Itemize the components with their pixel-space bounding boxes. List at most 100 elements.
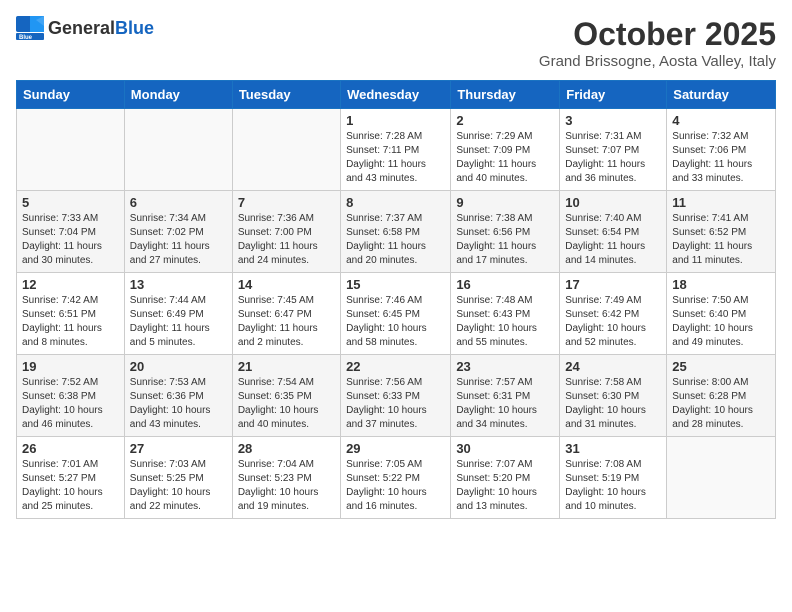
- header-day-friday: Friday: [560, 81, 667, 109]
- day-number: 17: [565, 277, 661, 292]
- day-number: 22: [346, 359, 445, 374]
- day-number: 21: [238, 359, 335, 374]
- month-title: October 2025: [539, 16, 776, 53]
- day-number: 24: [565, 359, 661, 374]
- day-info: Sunrise: 7:58 AM Sunset: 6:30 PM Dayligh…: [565, 376, 661, 432]
- svg-text:Blue: Blue: [19, 35, 33, 40]
- calendar-cell: 3Sunrise: 7:31 AM Sunset: 7:07 PM Daylig…: [560, 109, 667, 191]
- day-info: Sunrise: 7:34 AM Sunset: 7:02 PM Dayligh…: [130, 212, 227, 268]
- day-number: 8: [346, 195, 445, 210]
- calendar-cell: 14 Sunrise: 7:45 AM Sunset: 6:47 PM Dayli…: [232, 273, 340, 355]
- day-number: 6: [130, 195, 227, 210]
- day-number: 20: [130, 359, 227, 374]
- calendar-cell: 29 Sunrise: 7:05 AM Sunset: 5:22 PM Dayli…: [341, 437, 451, 519]
- calendar-cell: 30 Sunrise: 7:07 AM Sunset: 5:20 PM Dayli…: [451, 437, 560, 519]
- calendar-cell: [667, 437, 776, 519]
- header: Blue GeneralBlue October 2025 Grand Bris…: [16, 16, 776, 70]
- calendar-cell: 19Sunrise: 7:52 AM Sunset: 6:38 PM Dayli…: [17, 355, 125, 437]
- calendar-week-row: 1Sunrise: 7:28 AM Sunset: 7:11 PM Daylig…: [17, 109, 776, 191]
- day-number: 9: [456, 195, 554, 210]
- logo-text-blue: Blue: [115, 18, 154, 38]
- day-info: Sunrise: 8:00 AM Sunset: 6:28 PM Dayligh…: [672, 376, 770, 432]
- calendar-cell: 17 Sunrise: 7:49 AM Sunset: 6:42 PM Dayli…: [560, 273, 667, 355]
- header-day-tuesday: Tuesday: [232, 81, 340, 109]
- calendar-cell: 13 Sunrise: 7:44 AM Sunset: 6:49 PM Dayli…: [124, 273, 232, 355]
- day-number: 18: [672, 277, 770, 292]
- calendar-cell: 26Sunrise: 7:01 AM Sunset: 5:27 PM Dayli…: [17, 437, 125, 519]
- day-number: 15: [346, 277, 445, 292]
- day-number: 27: [130, 441, 227, 456]
- header-day-sunday: Sunday: [17, 81, 125, 109]
- calendar-cell: 25 Sunrise: 8:00 AM Sunset: 6:28 PM Dayli…: [667, 355, 776, 437]
- day-info: Sunrise: 7:49 AM Sunset: 6:42 PM Dayligh…: [565, 294, 661, 350]
- day-number: 2: [456, 113, 554, 128]
- calendar-cell: 16 Sunrise: 7:48 AM Sunset: 6:43 PM Dayli…: [451, 273, 560, 355]
- day-number: 25: [672, 359, 770, 374]
- logo-text-general: General: [48, 18, 115, 38]
- day-info: Sunrise: 7:07 AM Sunset: 5:20 PM Dayligh…: [456, 458, 554, 514]
- calendar-cell: 6 Sunrise: 7:34 AM Sunset: 7:02 PM Daylig…: [124, 191, 232, 273]
- day-number: 28: [238, 441, 335, 456]
- calendar-cell: 5Sunrise: 7:33 AM Sunset: 7:04 PM Daylig…: [17, 191, 125, 273]
- header-day-monday: Monday: [124, 81, 232, 109]
- day-number: 14: [238, 277, 335, 292]
- title-area: October 2025 Grand Brissogne, Aosta Vall…: [539, 16, 776, 70]
- day-info: Sunrise: 7:44 AM Sunset: 6:49 PM Dayligh…: [130, 294, 227, 350]
- day-number: 30: [456, 441, 554, 456]
- day-number: 16: [456, 277, 554, 292]
- day-info: Sunrise: 7:41 AM Sunset: 6:52 PM Dayligh…: [672, 212, 770, 268]
- calendar-week-row: 26Sunrise: 7:01 AM Sunset: 5:27 PM Dayli…: [17, 437, 776, 519]
- day-number: 10: [565, 195, 661, 210]
- calendar-cell: 15Sunrise: 7:46 AM Sunset: 6:45 PM Dayli…: [341, 273, 451, 355]
- day-number: 7: [238, 195, 335, 210]
- day-number: 31: [565, 441, 661, 456]
- calendar-cell: 9Sunrise: 7:38 AM Sunset: 6:56 PM Daylig…: [451, 191, 560, 273]
- day-info: Sunrise: 7:57 AM Sunset: 6:31 PM Dayligh…: [456, 376, 554, 432]
- calendar-cell: 22 Sunrise: 7:56 AM Sunset: 6:33 PM Dayli…: [341, 355, 451, 437]
- calendar-cell: 2 Sunrise: 7:29 AM Sunset: 7:09 PM Daylig…: [451, 109, 560, 191]
- day-number: 11: [672, 195, 770, 210]
- calendar-cell: 8Sunrise: 7:37 AM Sunset: 6:58 PM Daylig…: [341, 191, 451, 273]
- day-info: Sunrise: 7:03 AM Sunset: 5:25 PM Dayligh…: [130, 458, 227, 514]
- day-info: Sunrise: 7:29 AM Sunset: 7:09 PM Dayligh…: [456, 130, 554, 186]
- calendar-cell: 4Sunrise: 7:32 AM Sunset: 7:06 PM Daylig…: [667, 109, 776, 191]
- day-info: Sunrise: 7:45 AM Sunset: 6:47 PM Dayligh…: [238, 294, 335, 350]
- calendar-cell: [124, 109, 232, 191]
- header-day-wednesday: Wednesday: [341, 81, 451, 109]
- calendar-cell: [17, 109, 125, 191]
- day-number: 29: [346, 441, 445, 456]
- day-number: 4: [672, 113, 770, 128]
- logo-icon: Blue: [16, 16, 44, 40]
- calendar-week-row: 5Sunrise: 7:33 AM Sunset: 7:04 PM Daylig…: [17, 191, 776, 273]
- day-info: Sunrise: 7:33 AM Sunset: 7:04 PM Dayligh…: [22, 212, 119, 268]
- calendar-cell: 28Sunrise: 7:04 AM Sunset: 5:23 PM Dayli…: [232, 437, 340, 519]
- day-number: 23: [456, 359, 554, 374]
- day-info: Sunrise: 7:48 AM Sunset: 6:43 PM Dayligh…: [456, 294, 554, 350]
- day-info: Sunrise: 7:42 AM Sunset: 6:51 PM Dayligh…: [22, 294, 119, 350]
- calendar-cell: 10 Sunrise: 7:40 AM Sunset: 6:54 PM Dayli…: [560, 191, 667, 273]
- day-number: 26: [22, 441, 119, 456]
- day-info: Sunrise: 7:40 AM Sunset: 6:54 PM Dayligh…: [565, 212, 661, 268]
- day-info: Sunrise: 7:56 AM Sunset: 6:33 PM Dayligh…: [346, 376, 445, 432]
- calendar-cell: 18 Sunrise: 7:50 AM Sunset: 6:40 PM Dayli…: [667, 273, 776, 355]
- day-info: Sunrise: 7:28 AM Sunset: 7:11 PM Dayligh…: [346, 130, 445, 186]
- day-number: 13: [130, 277, 227, 292]
- calendar-cell: 27 Sunrise: 7:03 AM Sunset: 5:25 PM Dayli…: [124, 437, 232, 519]
- calendar-cell: 23 Sunrise: 7:57 AM Sunset: 6:31 PM Dayli…: [451, 355, 560, 437]
- day-number: 3: [565, 113, 661, 128]
- calendar-cell: 1Sunrise: 7:28 AM Sunset: 7:11 PM Daylig…: [341, 109, 451, 191]
- day-info: Sunrise: 7:05 AM Sunset: 5:22 PM Dayligh…: [346, 458, 445, 514]
- day-info: Sunrise: 7:52 AM Sunset: 6:38 PM Dayligh…: [22, 376, 119, 432]
- calendar-cell: 7 Sunrise: 7:36 AM Sunset: 7:00 PM Daylig…: [232, 191, 340, 273]
- day-info: Sunrise: 7:36 AM Sunset: 7:00 PM Dayligh…: [238, 212, 335, 268]
- calendar-cell: 20 Sunrise: 7:53 AM Sunset: 6:36 PM Dayli…: [124, 355, 232, 437]
- header-day-saturday: Saturday: [667, 81, 776, 109]
- calendar-week-row: 12Sunrise: 7:42 AM Sunset: 6:51 PM Dayli…: [17, 273, 776, 355]
- calendar-cell: [232, 109, 340, 191]
- calendar-cell: 24 Sunrise: 7:58 AM Sunset: 6:30 PM Dayli…: [560, 355, 667, 437]
- calendar-cell: 21Sunrise: 7:54 AM Sunset: 6:35 PM Dayli…: [232, 355, 340, 437]
- day-info: Sunrise: 7:53 AM Sunset: 6:36 PM Dayligh…: [130, 376, 227, 432]
- calendar: SundayMondayTuesdayWednesdayThursdayFrid…: [16, 80, 776, 519]
- calendar-header-row: SundayMondayTuesdayWednesdayThursdayFrid…: [17, 81, 776, 109]
- day-info: Sunrise: 7:50 AM Sunset: 6:40 PM Dayligh…: [672, 294, 770, 350]
